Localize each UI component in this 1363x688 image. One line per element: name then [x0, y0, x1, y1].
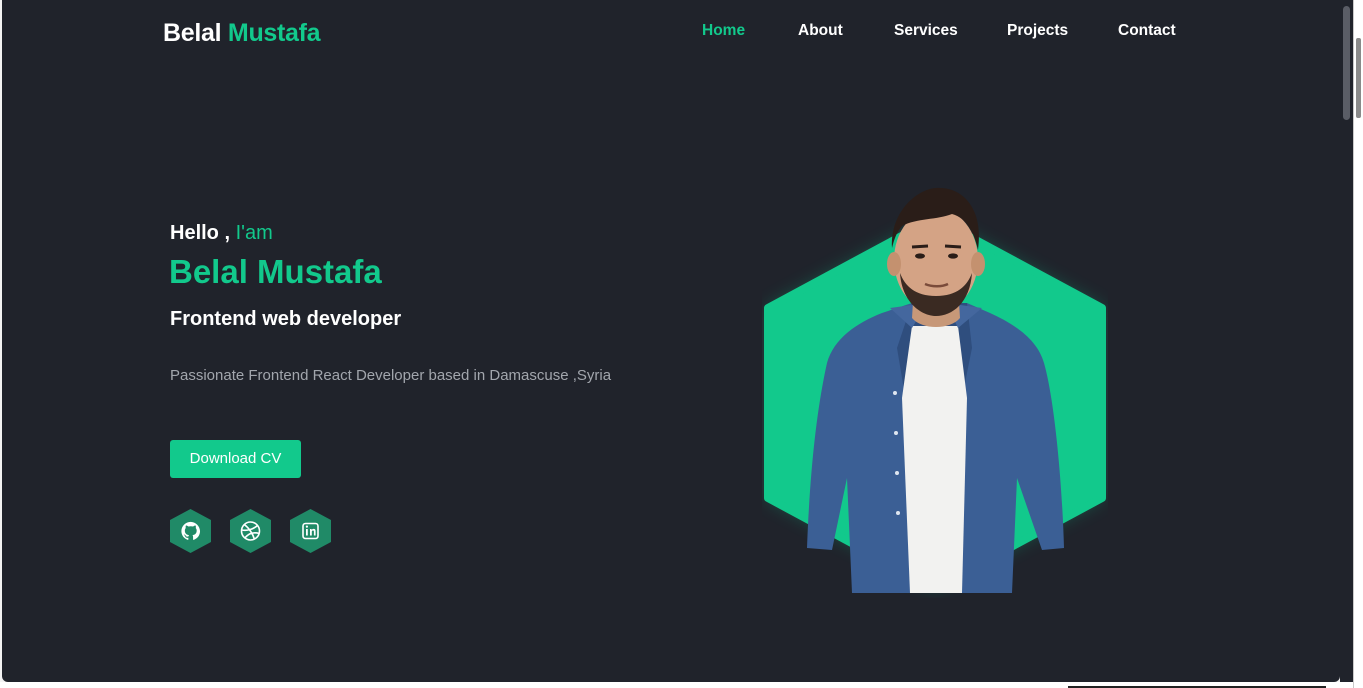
greeting-accent: I'am: [235, 222, 273, 244]
hero-description: Passionate Frontend React Developer base…: [170, 367, 612, 384]
nav-services[interactable]: Services: [894, 22, 958, 40]
outer-scrollbar-thumb[interactable]: [1356, 38, 1361, 118]
vertical-scrollbar[interactable]: [1340, 0, 1353, 682]
dribbble-icon: [230, 509, 271, 553]
greeting-text: Hello ,: [170, 222, 231, 244]
dribbble-link[interactable]: [230, 509, 271, 553]
hero-name: Belal Mustafa: [169, 253, 382, 290]
nav-about[interactable]: About: [798, 22, 843, 40]
github-icon: [170, 509, 211, 553]
nav-home[interactable]: Home: [702, 22, 745, 40]
download-cv-button[interactable]: Download CV: [170, 440, 301, 478]
nav-projects[interactable]: Projects: [1007, 22, 1068, 40]
hero-portrait: [762, 178, 1108, 598]
linkedin-link[interactable]: [290, 509, 331, 553]
hero-greeting: Hello , I'am: [170, 222, 273, 245]
site-logo[interactable]: Belal Mustafa: [163, 19, 321, 48]
logo-first-name: Belal: [163, 19, 222, 47]
page: Belal Mustafa Home About Services Projec…: [2, 0, 1340, 682]
hero-role: Frontend web developer: [170, 308, 402, 330]
portrait-hexagon: [764, 187, 1106, 593]
nav-contact[interactable]: Contact: [1118, 22, 1176, 40]
linkedin-icon: [290, 509, 331, 553]
logo-last-name: Mustafa: [227, 19, 321, 47]
outer-window-edge: [1353, 0, 1363, 688]
github-link[interactable]: [170, 509, 211, 553]
scrollbar-thumb[interactable]: [1343, 6, 1350, 120]
